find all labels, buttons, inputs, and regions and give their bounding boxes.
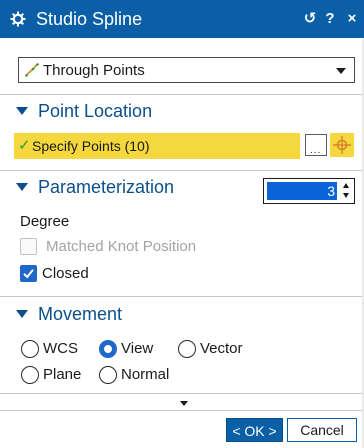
ok-button[interactable]: < OK > [226, 418, 283, 442]
specify-points-label: Specify Points (10) [32, 138, 150, 154]
help-icon[interactable]: ? [322, 9, 338, 29]
cancel-button[interactable]: Cancel [287, 418, 357, 442]
section-parameterization[interactable]: Parameterization [14, 176, 174, 198]
gear-icon[interactable] [10, 11, 26, 27]
more-options-arrow-icon[interactable] [180, 401, 188, 406]
degree-label: Degree [20, 213, 70, 230]
dialog-title: Studio Spline [36, 9, 143, 29]
point-dialog-button[interactable]: ... [305, 134, 327, 156]
divider [0, 410, 364, 411]
collapse-triangle-icon [16, 183, 28, 191]
closed-checkbox[interactable] [20, 265, 37, 282]
spline-type-dropdown[interactable]: Through Points [18, 57, 355, 83]
divider [0, 393, 364, 394]
spin-down-icon[interactable] [343, 193, 349, 198]
degree-spinner[interactable]: 3 [263, 178, 355, 204]
chevron-down-icon [336, 68, 346, 74]
title-bar: Studio Spline ↺ ? × [0, 0, 364, 38]
divider [0, 296, 364, 297]
radio-wcs[interactable] [21, 340, 39, 358]
radio-normal-label: Normal [121, 366, 170, 383]
point-crosshair-icon [333, 136, 351, 154]
point-constructor-button[interactable] [330, 133, 354, 157]
radio-plane-label: Plane [43, 366, 82, 383]
radio-view-label: View [121, 340, 154, 357]
check-icon: ✓ [18, 137, 31, 154]
section-title: Point Location [38, 101, 153, 121]
closed-label: Closed [42, 265, 89, 282]
divider [0, 170, 364, 171]
collapse-triangle-icon [16, 107, 28, 115]
matched-knot-checkbox[interactable] [20, 238, 37, 255]
close-icon[interactable]: × [344, 9, 360, 29]
specify-points-selector[interactable]: ✓ Specify Points (10) [14, 133, 300, 159]
section-movement[interactable]: Movement [14, 303, 122, 325]
radio-normal[interactable] [99, 366, 117, 384]
checkmark-icon [23, 269, 34, 279]
matched-knot-label: Matched Knot Position [46, 238, 197, 255]
radio-vector[interactable] [178, 340, 196, 358]
section-title: Parameterization [38, 177, 175, 197]
radio-vector-label: Vector [200, 340, 243, 357]
spline-type-value: Through Points [43, 62, 145, 79]
spin-up-icon[interactable] [343, 183, 349, 188]
degree-value[interactable]: 3 [267, 182, 337, 200]
reset-icon[interactable]: ↺ [302, 9, 318, 29]
radio-wcs-label: WCS [43, 340, 78, 357]
spline-icon [25, 63, 39, 77]
section-point-location[interactable]: Point Location [14, 100, 152, 122]
section-title: Movement [38, 304, 123, 324]
ellipsis-icon: ... [310, 145, 322, 156]
collapse-triangle-icon [16, 310, 28, 318]
radio-plane[interactable] [21, 366, 39, 384]
radio-view[interactable] [99, 340, 117, 358]
divider [0, 94, 364, 95]
